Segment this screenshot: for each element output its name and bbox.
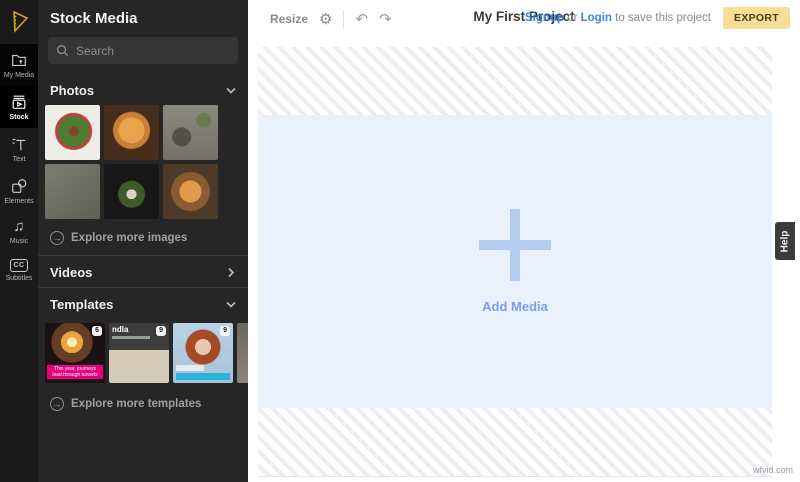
chevron-down-icon — [226, 87, 236, 94]
explore-templates-label: Explore more templates — [71, 398, 201, 410]
subtitles-cc-icon: CC — [10, 259, 28, 272]
template-caption-bar — [176, 373, 230, 380]
stock-photo-thumbnail[interactable] — [104, 105, 159, 160]
explore-more-templates-link[interactable]: → Explore more templates — [38, 383, 248, 421]
videos-section-label: Videos — [50, 265, 92, 280]
stock-photo-thumbnail[interactable] — [45, 164, 100, 219]
editor-topbar: Resize ⚙ ↶ ↷ My First Project Signup or … — [248, 0, 800, 47]
signup-link[interactable]: Signup — [525, 12, 564, 24]
stock-photo-thumbnail[interactable] — [163, 164, 218, 219]
stock-photos-grid — [38, 105, 248, 219]
explore-images-label: Explore more images — [71, 232, 187, 244]
editor-main: Resize ⚙ ↶ ↷ My First Project Signup or … — [248, 0, 800, 482]
templates-section-label: Templates — [50, 297, 113, 312]
logo-icon — [7, 9, 31, 35]
export-button[interactable]: EXPORT — [723, 7, 790, 29]
add-media-label: Add Media — [482, 299, 548, 314]
section-header-photos[interactable]: Photos — [38, 74, 248, 105]
help-label: Help — [780, 230, 791, 252]
elements-icon — [10, 177, 28, 195]
folder-upload-icon — [10, 51, 28, 69]
template-subtitle-bar — [112, 336, 150, 339]
login-link[interactable]: Login — [581, 12, 612, 24]
sidebar-item-elements[interactable]: Elements — [0, 170, 38, 212]
workspace-hatched-area: Add Media — [258, 47, 772, 477]
sidebar-item-stock[interactable]: Stock — [0, 86, 38, 128]
rail-label-music: Music — [10, 238, 28, 246]
template-count-badge: 9 — [156, 326, 166, 336]
search-box[interactable] — [48, 37, 238, 64]
circle-arrow-icon: → — [50, 397, 64, 411]
rail-label-subtitles: Subtitles — [6, 275, 33, 283]
rail-label-elements: Elements — [4, 198, 33, 206]
app-window: My Media Stock Text Elements — [0, 0, 800, 482]
template-thumbnail[interactable]: 9 — [173, 323, 233, 383]
rail-label-my-media: My Media — [4, 72, 34, 80]
template-count-badge: 9 — [220, 326, 230, 336]
save-hint-text: Signup or Login to save this project — [525, 12, 711, 24]
template-caption-chip — [176, 365, 204, 371]
music-note-icon: ♫ — [13, 219, 24, 235]
search-icon — [56, 44, 69, 57]
template-title: ndla — [112, 325, 128, 334]
stock-media-icon — [10, 93, 28, 111]
settings-gear-icon[interactable]: ⚙ — [319, 12, 332, 27]
explore-more-images-link[interactable]: → Explore more images — [38, 223, 248, 255]
left-icon-rail: My Media Stock Text Elements — [0, 0, 38, 482]
stock-photo-thumbnail[interactable] — [163, 105, 218, 160]
panel-title: Stock Media — [38, 0, 248, 35]
section-header-templates[interactable]: Templates — [38, 287, 248, 319]
text-icon — [10, 135, 28, 153]
sidebar-item-my-media[interactable]: My Media — [0, 44, 38, 86]
template-thumbnail[interactable]: 6 This year, journeys lead through tunne… — [45, 323, 105, 383]
rail-label-text: Text — [13, 156, 26, 164]
or-text: or — [567, 12, 577, 24]
photos-section-label: Photos — [50, 83, 94, 98]
watermark-text: wfvid.com — [753, 465, 793, 475]
stock-photo-thumbnail[interactable] — [45, 105, 100, 160]
sidebar-item-subtitles[interactable]: CC Subtitles — [0, 252, 38, 289]
toolbar-divider — [343, 10, 344, 28]
circle-arrow-icon: → — [50, 231, 64, 245]
rail-label-stock: Stock — [9, 114, 28, 122]
section-header-videos[interactable]: Videos — [38, 255, 248, 287]
save-hint-suffix: to save this project — [615, 12, 711, 24]
undo-icon[interactable]: ↶ — [355, 12, 368, 27]
video-canvas-add-media[interactable]: Add Media — [258, 115, 772, 408]
redo-icon[interactable]: ↷ — [379, 12, 392, 27]
sidebar-item-music[interactable]: ♫ Music — [0, 212, 38, 252]
plus-icon — [479, 209, 551, 281]
template-caption: This year, journeys lead through tunnels — [47, 365, 103, 379]
templates-strip: 6 This year, journeys lead through tunne… — [38, 323, 248, 383]
app-logo[interactable] — [0, 0, 38, 44]
resize-button[interactable]: Resize — [270, 12, 308, 26]
stock-photo-thumbnail[interactable] — [104, 164, 159, 219]
template-count-badge: 6 — [92, 326, 102, 336]
chevron-right-icon — [228, 268, 235, 278]
chevron-down-icon — [226, 301, 236, 308]
template-thumbnail[interactable] — [237, 323, 248, 383]
search-input[interactable] — [76, 44, 230, 58]
template-thumbnail[interactable]: ndla 9 — [109, 323, 169, 383]
help-tab[interactable]: Help — [775, 222, 795, 260]
stock-media-panel: Stock Media Photos → Expl — [38, 0, 248, 482]
sidebar-item-text[interactable]: Text — [0, 128, 38, 170]
